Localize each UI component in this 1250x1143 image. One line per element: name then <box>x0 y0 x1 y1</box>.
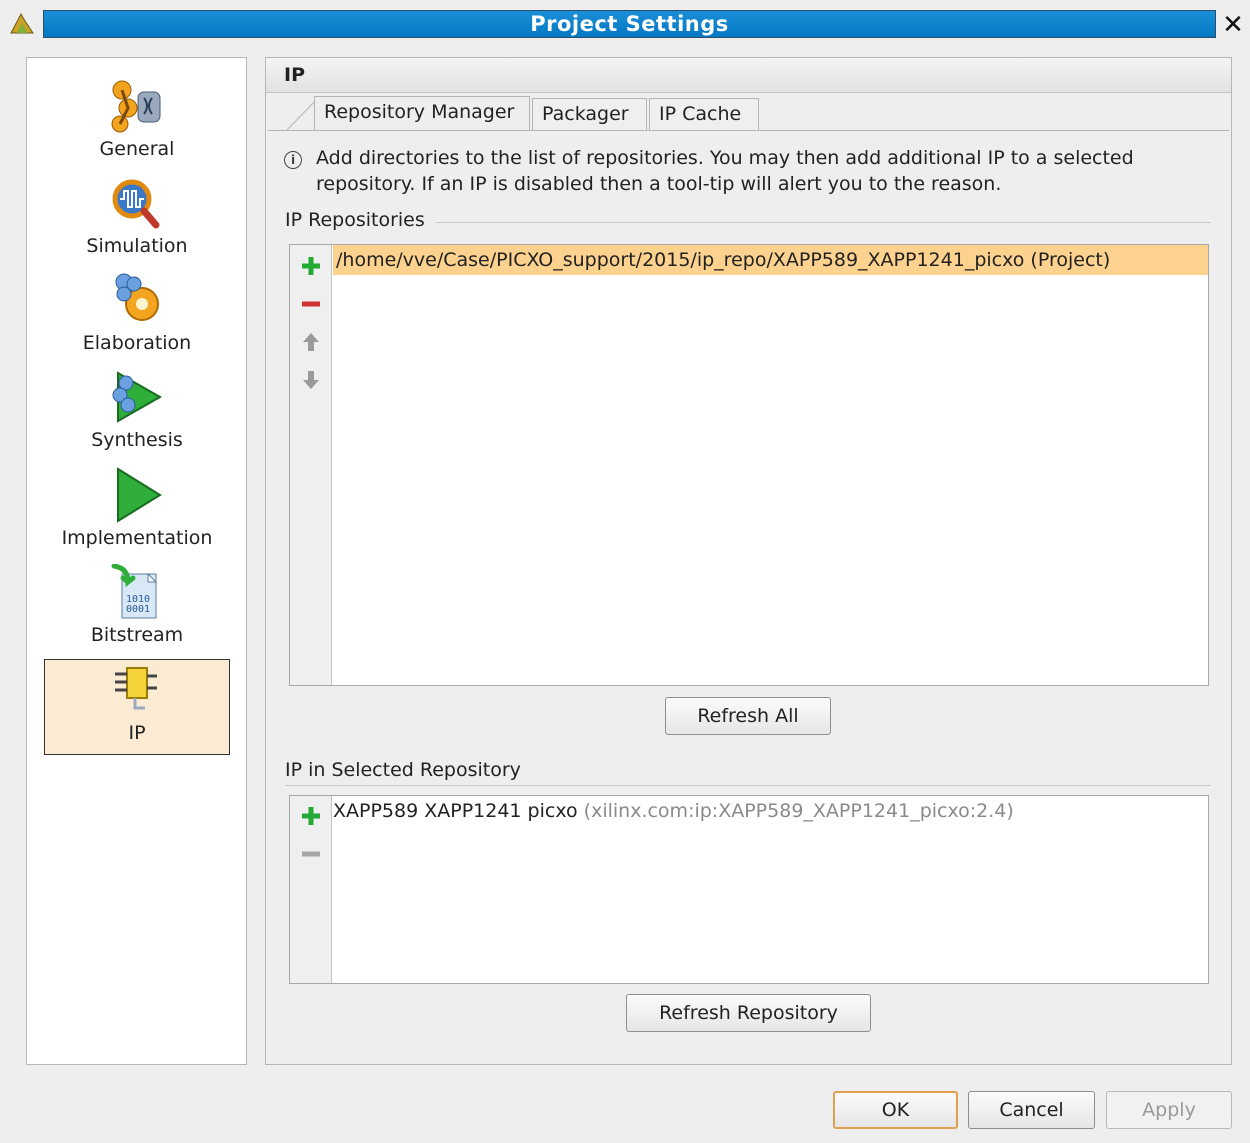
simulation-icon <box>112 179 160 229</box>
title-bar: Project Settings ✕ <box>0 0 1250 46</box>
refresh-all-button[interactable]: Refresh All <box>665 697 831 735</box>
add-ip-icon[interactable] <box>299 804 323 828</box>
repositories-list[interactable]: /home/vve/Case/PICXO_support/2015/ip_rep… <box>289 244 1209 686</box>
remove-ip-icon <box>302 851 320 857</box>
window-title: Project Settings <box>530 12 729 36</box>
nav-label: Implementation <box>61 527 213 549</box>
close-button[interactable]: ✕ <box>1220 12 1246 38</box>
implementation-icon <box>117 467 162 523</box>
nav-label: Elaboration <box>82 332 192 354</box>
selected-repo-rows: XAPP589 XAPP1241 picxo (xilinx.com:ip:XA… <box>333 796 1208 826</box>
settings-nav: General Simulation Elaboration Synthesis <box>26 57 247 1065</box>
refresh-repository-button[interactable]: Refresh Repository <box>626 994 871 1032</box>
general-icon <box>111 80 161 133</box>
panel-header: IP <box>266 58 1231 93</box>
synthesis-icon <box>112 371 163 423</box>
divider <box>436 222 1211 223</box>
add-repository-icon[interactable] <box>299 254 323 278</box>
tab-repository-manager[interactable]: Repository Manager <box>314 96 530 131</box>
apply-button[interactable]: Apply <box>1106 1091 1232 1129</box>
vivado-logo-icon <box>10 12 34 34</box>
elaboration-icon <box>115 273 159 321</box>
nav-label: Synthesis <box>91 429 183 451</box>
settings-panel: IP Repository Manager Packager IP Cache … <box>265 57 1232 1065</box>
nav-item-implementation[interactable]: Implementation <box>44 465 230 561</box>
ip-repositories-label: IP Repositories <box>285 209 425 231</box>
tab-bar: Repository Manager Packager IP Cache <box>286 96 1228 131</box>
nav-item-bitstream[interactable]: 1010 0001 Bitstream <box>44 562 230 658</box>
nav-item-simulation[interactable]: Simulation <box>44 173 230 269</box>
bitstream-icon: 1010 0001 <box>111 564 158 619</box>
nav-label: General <box>99 138 175 160</box>
nav-item-general[interactable]: General <box>44 76 230 172</box>
move-up-icon[interactable] <box>299 330 323 354</box>
panel-title: IP <box>284 64 305 86</box>
nav-label: Simulation <box>86 235 188 257</box>
info-text: Add directories to the list of repositor… <box>316 147 1134 195</box>
selected-repo-ip-list[interactable]: XAPP589 XAPP1241 picxo (xilinx.com:ip:XA… <box>289 795 1209 984</box>
ip-vlnv: (xilinx.com:ip:XAPP589_XAPP1241_picxo:2.… <box>583 800 1014 822</box>
repositories-toolbar <box>290 245 332 685</box>
ip-name: XAPP589 XAPP1241 picxo <box>333 800 578 822</box>
info-icon: i <box>284 151 302 169</box>
divider <box>285 785 1211 786</box>
remove-repository-icon[interactable] <box>299 292 323 316</box>
nav-label: Bitstream <box>90 624 184 646</box>
nav-label: IP <box>128 722 146 744</box>
svg-text:0001: 0001 <box>126 604 150 615</box>
cancel-button[interactable]: Cancel <box>968 1091 1095 1129</box>
tab-ip-cache[interactable]: IP Cache <box>649 98 759 130</box>
move-down-icon[interactable] <box>299 368 323 392</box>
ok-button[interactable]: OK <box>833 1091 958 1129</box>
repositories-rows: /home/vve/Case/PICXO_support/2015/ip_rep… <box>333 245 1208 275</box>
ip-icon <box>115 667 157 710</box>
nav-item-synthesis[interactable]: Synthesis <box>44 367 230 463</box>
selected-repo-toolbar <box>290 796 332 983</box>
repository-row[interactable]: /home/vve/Case/PICXO_support/2015/ip_rep… <box>333 245 1208 275</box>
ip-in-selected-repo-label: IP in Selected Repository <box>285 759 521 781</box>
title-strip[interactable]: Project Settings <box>43 10 1216 38</box>
tab-packager[interactable]: Packager <box>532 98 647 130</box>
nav-item-ip[interactable]: IP <box>44 659 230 755</box>
repository-manager-content: i Add directories to the list of reposit… <box>268 130 1229 1062</box>
ip-row[interactable]: XAPP589 XAPP1241 picxo (xilinx.com:ip:XA… <box>333 796 1208 826</box>
nav-item-elaboration[interactable]: Elaboration <box>44 270 230 366</box>
